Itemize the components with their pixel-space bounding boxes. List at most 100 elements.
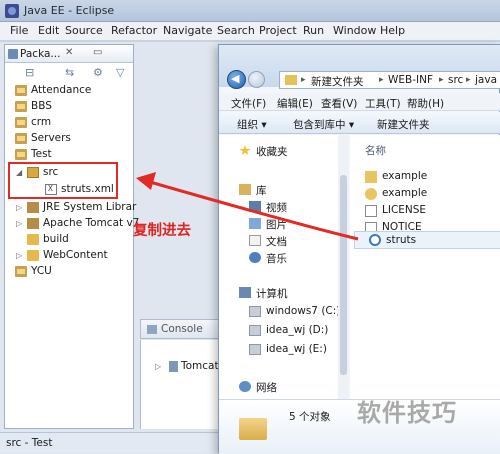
- nav-item-label: 网络: [256, 382, 277, 394]
- drive-icon: [249, 325, 261, 336]
- file-item-label: example: [382, 187, 428, 199]
- tree-item-label: BBS: [31, 100, 52, 112]
- view-menu-icon[interactable]: ▽: [116, 66, 124, 79]
- console-icon: [147, 325, 157, 334]
- tab-console[interactable]: Console: [140, 319, 223, 339]
- project-icon: [15, 117, 27, 128]
- menu-run[interactable]: Run: [303, 24, 324, 37]
- video-icon: [249, 201, 261, 212]
- nav-item-label: 图片: [266, 219, 287, 231]
- menu-help-cn[interactable]: 帮助(H): [407, 96, 444, 111]
- drive-icon: [249, 306, 261, 317]
- file-item-struts[interactable]: struts: [354, 231, 500, 249]
- tree-item-label: Test: [31, 148, 52, 160]
- project-icon: [15, 149, 27, 160]
- project-icon: [15, 101, 27, 112]
- menu-edit[interactable]: Edit: [38, 24, 59, 37]
- library-icon: [27, 218, 39, 229]
- picture-icon: [249, 218, 261, 229]
- tree-item-label: Servers: [31, 132, 71, 144]
- breadcrumb-java[interactable]: java: [475, 74, 497, 86]
- breadcrumb-web-inf[interactable]: WEB-INF: [388, 74, 433, 86]
- minimize-icon[interactable]: ▭: [93, 47, 102, 58]
- tree-item-label: YCU: [31, 265, 52, 277]
- folder-icon: [239, 418, 267, 440]
- explorer-window: ▸ 新建文件夹 ▸ WEB-INF ▸ src ▸ java 文件(F) 编辑(…: [218, 44, 500, 454]
- eclipse-icon: [5, 4, 19, 18]
- collapsed-arrow-icon[interactable]: ▷: [155, 362, 161, 371]
- nav-item-label: idea_wj (E:): [266, 343, 327, 355]
- package-explorer-toolbar: ⊟ ⇆ ⚙ ▽: [5, 64, 133, 82]
- nav-item-label: 视频: [266, 202, 287, 214]
- server-icon: [169, 361, 178, 372]
- folder-icon: [285, 75, 297, 85]
- copy-annotation: 复制进去: [133, 223, 191, 239]
- library-icon: [239, 184, 251, 195]
- menu-help[interactable]: Help: [380, 24, 405, 37]
- file-item-label: example: [382, 170, 428, 182]
- menu-view-cn[interactable]: 查看(V): [321, 96, 357, 111]
- project-icon: [15, 85, 27, 96]
- menu-search[interactable]: Search: [217, 24, 255, 37]
- nav-item-label: windows7 (C:): [266, 305, 341, 317]
- address-bar[interactable]: ▸ 新建文件夹 ▸ WEB-INF ▸ src ▸ java: [279, 71, 500, 89]
- filter-icon[interactable]: ⚙: [93, 66, 103, 79]
- package-explorer: Packa... ✕ ▭ ⊟ ⇆ ⚙ ▽ Attendance BBS crm …: [4, 44, 139, 429]
- link-editor-icon[interactable]: ⇆: [65, 66, 74, 79]
- tree-item-label: JRE System Librar: [43, 201, 137, 213]
- item-count: 5 个对象: [289, 411, 331, 423]
- organize-button[interactable]: 组织 ▾: [237, 117, 267, 132]
- menu-window[interactable]: Window: [333, 24, 376, 37]
- tree-item-label: Apache Tomcat v7: [43, 217, 140, 229]
- package-explorer-tab-label: Packa...: [20, 48, 61, 60]
- file-list: 名称 example example LICENSE NOTICE: [350, 135, 500, 399]
- collapse-all-icon[interactable]: ⊟: [25, 66, 34, 79]
- highlight-src-box: [8, 162, 118, 199]
- folder-icon: [27, 250, 39, 261]
- nav-item-label: idea_wj (D:): [266, 324, 329, 336]
- status-text: src - Test: [6, 437, 53, 449]
- menu-navigate[interactable]: Navigate: [163, 24, 212, 37]
- chevron-right-icon: ▸: [439, 75, 444, 85]
- menu-edit-cn[interactable]: 编辑(E): [277, 96, 313, 111]
- collapsed-arrow-icon[interactable]: ▷: [16, 219, 24, 228]
- close-icon[interactable]: ✕: [65, 47, 73, 58]
- scrollbar-thumb[interactable]: [340, 175, 347, 375]
- server-item-tomcat[interactable]: Tomcat: [181, 360, 219, 372]
- back-icon[interactable]: [227, 70, 246, 89]
- menu-file[interactable]: File: [10, 24, 28, 37]
- menu-tools-cn[interactable]: 工具(T): [365, 96, 401, 111]
- tree-item-label: crm: [31, 116, 52, 128]
- include-in-library-button[interactable]: 包含到库中 ▾: [293, 117, 354, 132]
- nav-item-label: 收藏夹: [256, 146, 288, 158]
- menu-refactor[interactable]: Refactor: [111, 24, 157, 37]
- collapsed-arrow-icon[interactable]: ▷: [16, 203, 24, 212]
- library-icon: [27, 202, 39, 213]
- new-folder-button[interactable]: 新建文件夹: [377, 117, 430, 132]
- console-view: ▷ Tomcat: [140, 340, 224, 429]
- chevron-right-icon: ▸: [466, 75, 471, 85]
- tree-item-label: Attendance: [31, 84, 92, 96]
- file-item-label: struts: [386, 234, 417, 246]
- explorer-menu-bar: 文件(F) 编辑(E) 查看(V) 工具(T) 帮助(H): [219, 93, 500, 111]
- jar-icon: [365, 188, 377, 200]
- menu-source[interactable]: Source: [65, 24, 103, 37]
- console-tab-label: Console: [161, 323, 203, 335]
- column-header-name[interactable]: 名称: [365, 143, 386, 158]
- network-icon: [239, 381, 251, 392]
- star-icon: [239, 145, 251, 156]
- xml-file-icon: [369, 234, 381, 246]
- breadcrumb-new-folder[interactable]: 新建文件夹: [311, 74, 364, 89]
- ide-status-bar: src - Test: [0, 432, 218, 453]
- breadcrumb-src[interactable]: src: [448, 74, 463, 86]
- menu-project[interactable]: Project: [259, 24, 297, 37]
- explorer-command-bar: 组织 ▾ 包含到库中 ▾ 新建文件夹: [219, 112, 500, 134]
- tab-package-explorer[interactable]: Packa... ✕ ▭: [5, 45, 133, 63]
- collapsed-arrow-icon[interactable]: ▷: [16, 251, 24, 260]
- menu-bar: File Edit Source Refactor Navigate Searc…: [0, 22, 500, 40]
- window-title: Java EE - Eclipse: [24, 4, 115, 17]
- nav-item-label: 文档: [266, 236, 287, 248]
- menu-file-cn[interactable]: 文件(F): [231, 96, 266, 111]
- forward-icon[interactable]: [248, 71, 265, 88]
- navigation-scrollbar[interactable]: [338, 135, 349, 399]
